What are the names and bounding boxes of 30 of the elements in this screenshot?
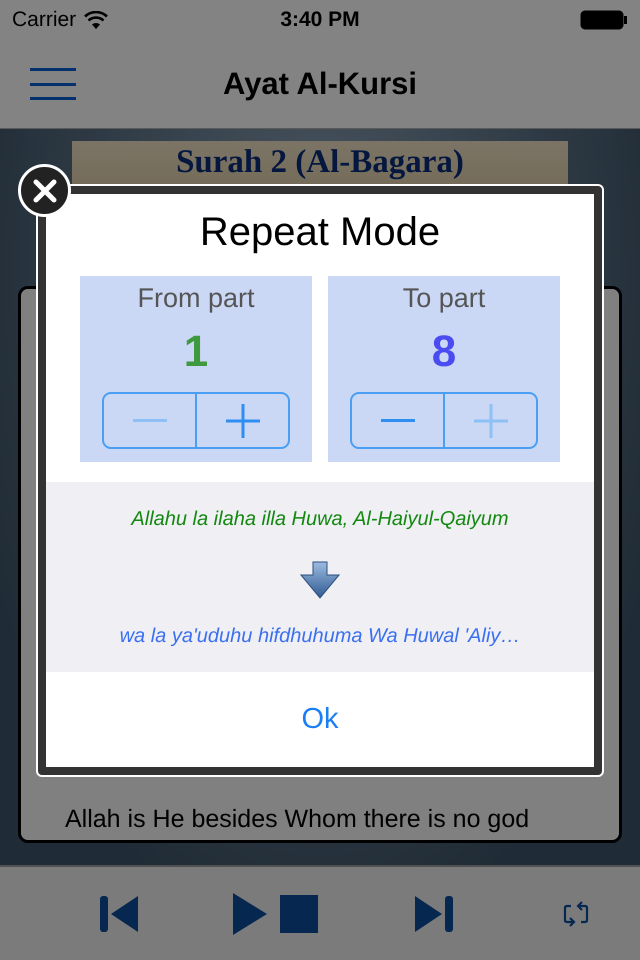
plus-icon (474, 404, 508, 438)
previous-button[interactable] (100, 894, 140, 932)
minus-icon (132, 418, 166, 422)
close-icon (32, 178, 56, 202)
skip-back-icon (100, 894, 140, 932)
surah-title: Surah 2 (Al-Bagara) (176, 145, 464, 180)
verse-translation: Allah is He besides Whom there is no god (65, 805, 530, 834)
end-verse: wa la ya'uduhu hifdhuhuma Wa Huwal 'Aliy… (120, 625, 520, 648)
stop-icon (280, 894, 318, 932)
menu-button[interactable] (30, 68, 76, 100)
plus-icon (226, 404, 260, 438)
screen-title: Ayat Al-Kursi (222, 66, 418, 102)
dialog-title: Repeat Mode (200, 210, 440, 256)
minus-icon (380, 418, 414, 422)
start-verse: Allahu la ilaha illa Huwa, Al-Haiyul-Qaiyum (131, 508, 509, 531)
part-number: 1 (184, 327, 208, 377)
picker-label: To part (402, 283, 486, 314)
play-icon (232, 892, 268, 934)
skip-forward-icon (413, 894, 453, 932)
battery-icon (580, 10, 628, 30)
repeat-button[interactable] (563, 900, 589, 928)
wifi-icon (84, 11, 108, 29)
part-number: 8 (432, 327, 456, 377)
down-arrow-icon (300, 561, 340, 599)
carrier-name: Carrier (12, 8, 76, 32)
status-time: 3:40 PM (280, 8, 360, 32)
picker-label: From part (137, 283, 255, 314)
next-button[interactable] (413, 894, 453, 932)
play-button[interactable] (232, 892, 268, 934)
repeat-icon (563, 900, 589, 928)
